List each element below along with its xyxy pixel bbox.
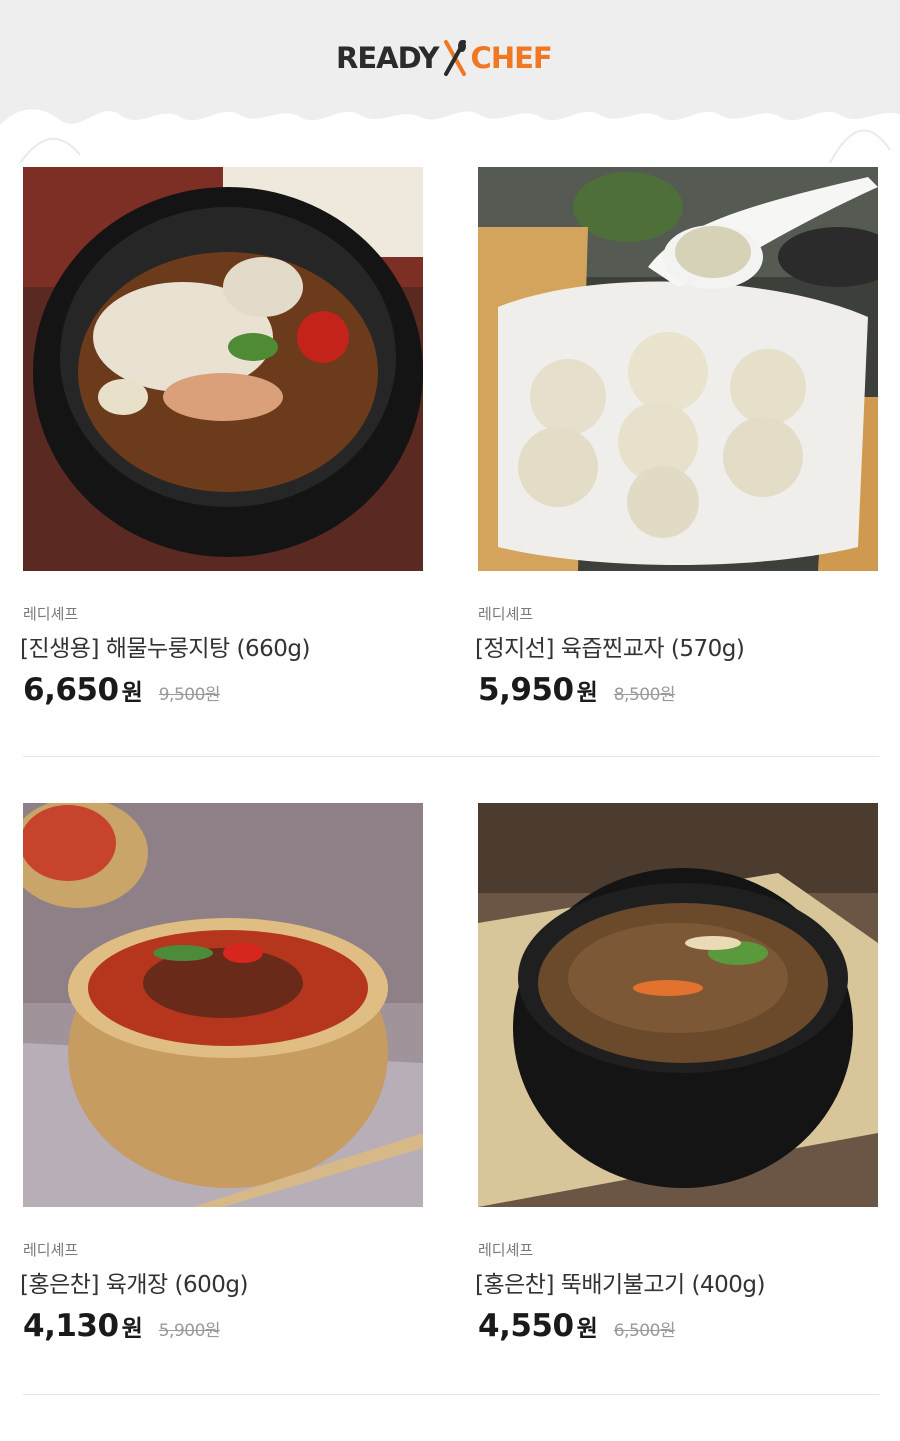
- price-row: 5,950 원 8,500원: [478, 672, 676, 708]
- product-title[interactable]: [홍은찬] 뚝배기불고기 (400g): [475, 1265, 765, 1299]
- product-card[interactable]: 레디셰프 [홍은찬] 육개장 (600g) 4,130 원 5,900원: [20, 803, 423, 1344]
- seafood-nurungji-stew-image[interactable]: [23, 167, 423, 571]
- logo-ready-text: READY: [336, 41, 440, 75]
- product-card[interactable]: 레디셰프 [홍은찬] 뚝배기불고기 (400g) 4,550 원 6,500원: [475, 803, 878, 1344]
- steamed-dumplings-image[interactable]: [478, 167, 878, 571]
- page-header: READY CHEF: [0, 0, 900, 165]
- currency-unit: 원: [121, 1316, 143, 1342]
- product-title[interactable]: [진생용] 해물누룽지탕 (660g): [20, 629, 310, 663]
- product-brand: 레디셰프: [478, 605, 534, 623]
- product-title[interactable]: [정지선] 육즙찐교자 (570g): [475, 629, 745, 663]
- original-price: 5,900원: [158, 1321, 221, 1341]
- price-row: 4,130 원 5,900원: [23, 1308, 221, 1344]
- logo-chef-text: CHEF: [470, 41, 553, 75]
- product-card[interactable]: 레디셰프 [진생용] 해물누룽지탕 (660g) 6,650 원 9,500원: [20, 167, 423, 708]
- fork-spoon-icon: [443, 40, 466, 76]
- readychef-logo[interactable]: READY CHEF: [336, 38, 553, 78]
- original-price: 8,500원: [613, 685, 676, 705]
- product-brand: 레디셰프: [23, 1241, 79, 1259]
- sale-price: 4,550: [478, 1308, 574, 1344]
- currency-unit: 원: [121, 680, 143, 706]
- original-price: 9,500원: [158, 685, 221, 705]
- original-price: 6,500원: [613, 1321, 676, 1341]
- product-brand: 레디셰프: [23, 605, 79, 623]
- ttukbaegi-bulgogi-image[interactable]: [478, 803, 878, 1207]
- price-row: 6,650 원 9,500원: [23, 672, 221, 708]
- product-card[interactable]: 레디셰프 [정지선] 육즙찐교자 (570g) 5,950 원 8,500원: [475, 167, 878, 708]
- currency-unit: 원: [576, 1316, 598, 1342]
- product-brand: 레디셰프: [478, 1241, 534, 1259]
- row-divider: [23, 756, 879, 757]
- currency-unit: 원: [576, 680, 598, 706]
- sale-price: 4,130: [23, 1308, 119, 1344]
- price-row: 4,550 원 6,500원: [478, 1308, 676, 1344]
- product-title[interactable]: [홍은찬] 육개장 (600g): [20, 1265, 248, 1299]
- yukgaejang-soup-image[interactable]: [23, 803, 423, 1207]
- sale-price: 5,950: [478, 672, 574, 708]
- header-wave-decoration: [0, 109, 900, 165]
- sale-price: 6,650: [23, 672, 119, 708]
- row-divider: [23, 1394, 879, 1395]
